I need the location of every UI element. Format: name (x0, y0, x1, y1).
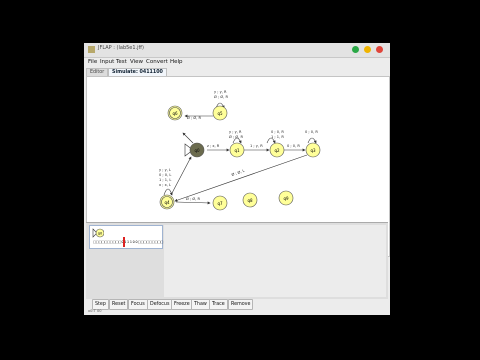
menu-convert[interactable]: Convert (146, 59, 168, 65)
focus-button[interactable]: Focus (128, 299, 148, 310)
loop-label-q3-b: 1 ; 1, R (271, 135, 284, 139)
simulation-panel: q0 □□□□□□□□□□011100□□□□□□□□□ (86, 222, 388, 299)
configuration-box[interactable]: q0 □□□□□□□□□□011100□□□□□□□□□ (89, 225, 163, 249)
loop-q4[interactable] (163, 188, 173, 196)
tab-bar: Editor Simulate: 0411100 (86, 68, 388, 77)
loop-q3[interactable] (307, 137, 317, 144)
menu-view[interactable]: View (130, 59, 143, 65)
state-q6-label: q6 (172, 111, 178, 116)
transition-q0-q5[interactable] (182, 132, 194, 144)
state-q0-label: q0 (194, 148, 200, 153)
menu-input[interactable]: Input (100, 59, 114, 65)
state-q4-label: q4 (164, 200, 170, 205)
jflap-window: JFLAP : (lab5e1.jff) File Input Test Vie… (84, 43, 390, 315)
loop-label-q3-a: 0 ; 0, R (271, 130, 284, 134)
state-q1-label: q1 (234, 148, 240, 153)
menu-help[interactable]: Help (170, 59, 183, 65)
title-bar: JFLAP : (lab5e1.jff) (84, 43, 390, 58)
label-q1-q2: 1 ; y, R (250, 144, 263, 148)
loop-label-q7-c: 1 ; 1, L (159, 178, 171, 182)
loop-label-q5-b: Ø ; Ø, R (214, 94, 228, 99)
remove-button[interactable]: Remove (228, 299, 254, 310)
label-q0-q1: z ; x, R (207, 144, 220, 148)
svg-text:q0: q0 (98, 232, 102, 236)
menu-test[interactable]: Test (116, 59, 127, 65)
loop-label-q7-d: x ; x, L (159, 183, 171, 187)
freeze-button[interactable]: Freeze (171, 299, 193, 310)
state-q9-label: q9 (283, 196, 289, 201)
close-button[interactable] (376, 46, 383, 53)
loop-label-q4-a: 0 ; 0, R (305, 130, 318, 134)
loop-label-q5-a: y ; y, R (214, 90, 227, 94)
label-q4-q7: Ø ; Ø, R (186, 196, 200, 201)
status-text: x0:T 00 (88, 309, 102, 313)
state-q8-label: q8 (247, 198, 253, 203)
defocus-button[interactable]: Defocus (147, 299, 173, 310)
label-q2-q3: 0 ; 0, R (287, 144, 300, 148)
trace-button[interactable]: Trace (209, 299, 228, 310)
loop-label-q2-a: y ; y, R (229, 130, 242, 134)
loop-label-q7-a: y ; y, L (159, 168, 171, 172)
tape-cell: □ (160, 240, 164, 244)
loop-label-q7-b: 0 ; 0, L (159, 173, 171, 177)
state-q3-label: q3 (310, 148, 316, 153)
state-q5-label: q5 (217, 111, 223, 116)
maximize-button[interactable] (364, 46, 371, 53)
simulation-area (164, 225, 386, 297)
transition-q4-q0[interactable] (170, 156, 192, 196)
config-state-icon: q0 (92, 228, 104, 238)
reset-button[interactable]: Reset (109, 299, 129, 310)
menu-file[interactable]: File (88, 59, 97, 65)
minimize-button[interactable] (352, 46, 359, 53)
window-title: JFLAP : (lab5e1.jff) (98, 45, 144, 51)
tape-head (123, 237, 125, 247)
app-icon (88, 46, 95, 53)
transition-q4-q7[interactable] (175, 201, 211, 205)
menu-bar: File Input Test View Convert Help (84, 58, 390, 67)
thaw-button[interactable]: Thaw (191, 299, 210, 310)
state-q7-label: q7 (217, 201, 223, 206)
label-q3-q4: Ø ; Ø, L (231, 168, 245, 177)
state-q2-label: q2 (274, 148, 280, 153)
label-q5-q6: Ø ; Ø, R (187, 115, 201, 120)
loop-label-q2-b: Ø ; Ø, R (229, 134, 243, 139)
